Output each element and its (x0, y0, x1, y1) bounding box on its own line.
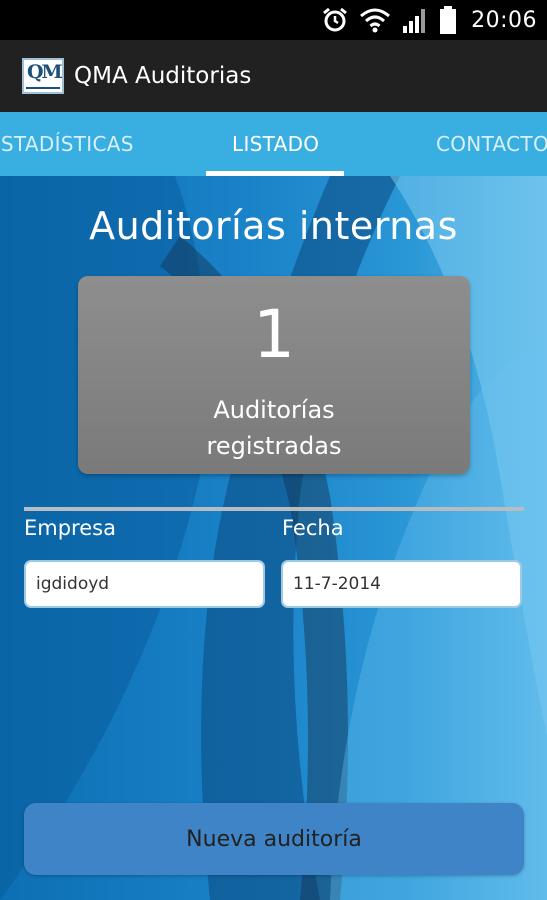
empresa-field[interactable]: igdidoyd (24, 560, 265, 608)
status-bar: 20:06 (0, 0, 547, 40)
audit-count-card: 1 Auditorías registradas (78, 276, 470, 474)
action-bar: QMA QMA Auditorias (0, 40, 547, 112)
page-title: Auditorías internas (89, 204, 458, 248)
audit-count-label-line1: Auditorías (213, 396, 335, 424)
battery-icon (439, 5, 457, 35)
tab-listado[interactable]: Listado (232, 112, 319, 176)
status-icons: 20:06 (321, 4, 537, 36)
fecha-field[interactable]: 11-7-2014 (281, 560, 522, 608)
new-audit-button[interactable]: Nueva auditoría (24, 803, 524, 875)
empresa-label: Empresa (24, 516, 116, 540)
main-content: Auditorías internas 1 Auditorías registr… (0, 176, 547, 900)
tab-bar: Estadísticas Listado Contacto (0, 112, 547, 176)
tab-contacto[interactable]: Contacto (436, 112, 547, 176)
audit-count-label: Auditorías registradas (78, 392, 470, 464)
fecha-label: Fecha (282, 516, 344, 540)
audit-count-label-line2: registradas (206, 432, 342, 460)
signal-icon (401, 6, 429, 34)
tab-estadisticas[interactable]: Estadísticas (0, 112, 134, 176)
status-clock: 20:06 (471, 7, 537, 33)
app-logo-underline (26, 87, 60, 89)
app-logo[interactable]: QMA (22, 58, 64, 94)
alarm-icon (321, 6, 349, 34)
section-divider (24, 507, 524, 511)
app-logo-letters: QMA (27, 61, 62, 83)
audit-count: 1 (253, 296, 295, 373)
app-title: QMA Auditorias (74, 63, 252, 89)
wifi-icon (359, 7, 391, 33)
